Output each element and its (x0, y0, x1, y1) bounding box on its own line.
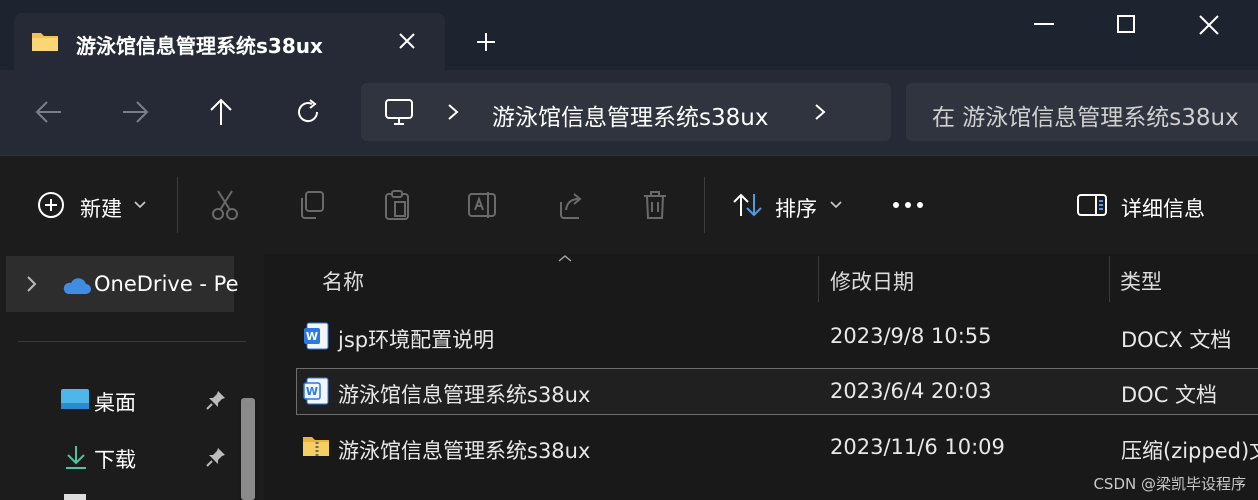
download-icon (64, 444, 88, 470)
watermark: CSDN @梁凯毕设程序 (1093, 475, 1246, 493)
chevron-down-icon[interactable] (133, 200, 147, 210)
close-window-icon[interactable] (1198, 14, 1220, 36)
column-divider[interactable] (818, 256, 819, 302)
file-name[interactable]: 游泳馆信息管理系统s38ux (338, 379, 590, 409)
file-date: 2023/9/8 10:55 (830, 324, 992, 348)
cloud-icon (60, 275, 92, 295)
toolbar-divider (704, 177, 705, 233)
rename-icon[interactable] (467, 190, 499, 220)
details-pane-icon[interactable] (1076, 193, 1108, 217)
chevron-down-icon[interactable] (829, 200, 843, 210)
desktop-icon (60, 388, 90, 410)
pin-icon[interactable] (206, 390, 226, 410)
column-divider[interactable] (1109, 256, 1110, 302)
back-icon[interactable] (35, 99, 63, 125)
column-header-date[interactable]: 修改日期 (830, 266, 914, 296)
up-icon[interactable] (208, 98, 234, 126)
sidebar-item-desktop[interactable]: 桌面 (94, 387, 136, 417)
breadcrumb[interactable]: 游泳馆信息管理系统s38ux (492, 98, 768, 132)
file-date: 2023/11/6 10:09 (830, 435, 1005, 459)
file-type: DOCX 文档 (1121, 328, 1232, 352)
chevron-right-icon[interactable] (25, 275, 37, 293)
paste-icon[interactable] (383, 189, 411, 221)
column-header-name[interactable]: 名称 (322, 266, 364, 296)
chevron-right-icon[interactable] (813, 103, 827, 121)
svg-text:W: W (306, 330, 318, 343)
sidebar-scrollbar-thumb[interactable] (241, 398, 255, 500)
sidebar-item-downloads[interactable]: 下载 (94, 444, 136, 474)
search-input[interactable]: 在 游泳馆信息管理系统s38ux (932, 98, 1239, 132)
copy-icon[interactable] (297, 190, 325, 220)
file-date: 2023/6/4 20:03 (830, 379, 992, 403)
sort-icon (732, 192, 764, 218)
close-tab-icon[interactable] (397, 31, 417, 51)
file-name[interactable]: jsp环境配置说明 (338, 324, 494, 354)
sidebar-item-label: OneDrive - Pe (94, 272, 239, 296)
minimize-icon[interactable] (1033, 22, 1055, 26)
plus-circle-icon (37, 191, 65, 219)
document-icon (64, 494, 86, 500)
share-icon[interactable] (555, 190, 585, 220)
zip-folder-icon (302, 434, 330, 458)
pin-icon[interactable] (206, 447, 226, 467)
svg-text:W: W (306, 385, 318, 398)
folder-icon (31, 30, 59, 52)
maximize-icon[interactable] (1116, 14, 1136, 34)
tab-title: 游泳馆信息管理系统s38ux (76, 34, 323, 58)
word-doc-icon: W (303, 322, 329, 350)
command-bar (0, 155, 1258, 254)
cut-icon[interactable] (210, 189, 240, 221)
word-doc-icon: W (303, 377, 329, 405)
forward-icon[interactable] (121, 99, 149, 125)
computer-icon (384, 97, 414, 127)
toolbar-divider (177, 177, 178, 233)
delete-icon[interactable] (642, 189, 668, 221)
sort-ascending-icon (557, 254, 573, 263)
file-name[interactable]: 游泳馆信息管理系统s38ux (338, 435, 590, 465)
details-button[interactable]: 详细信息 (1121, 193, 1205, 223)
sort-button[interactable]: 排序 (775, 193, 817, 223)
column-header-type[interactable]: 类型 (1120, 266, 1162, 296)
more-icon[interactable] (891, 200, 925, 210)
chevron-right-icon[interactable] (446, 103, 460, 121)
sidebar-divider (18, 341, 246, 342)
new-tab-icon[interactable] (475, 31, 497, 53)
file-type: 压缩(zipped)文 (1121, 439, 1258, 463)
file-type: DOC 文档 (1121, 383, 1218, 407)
refresh-icon[interactable] (294, 98, 322, 126)
new-button[interactable]: 新建 (80, 193, 122, 223)
